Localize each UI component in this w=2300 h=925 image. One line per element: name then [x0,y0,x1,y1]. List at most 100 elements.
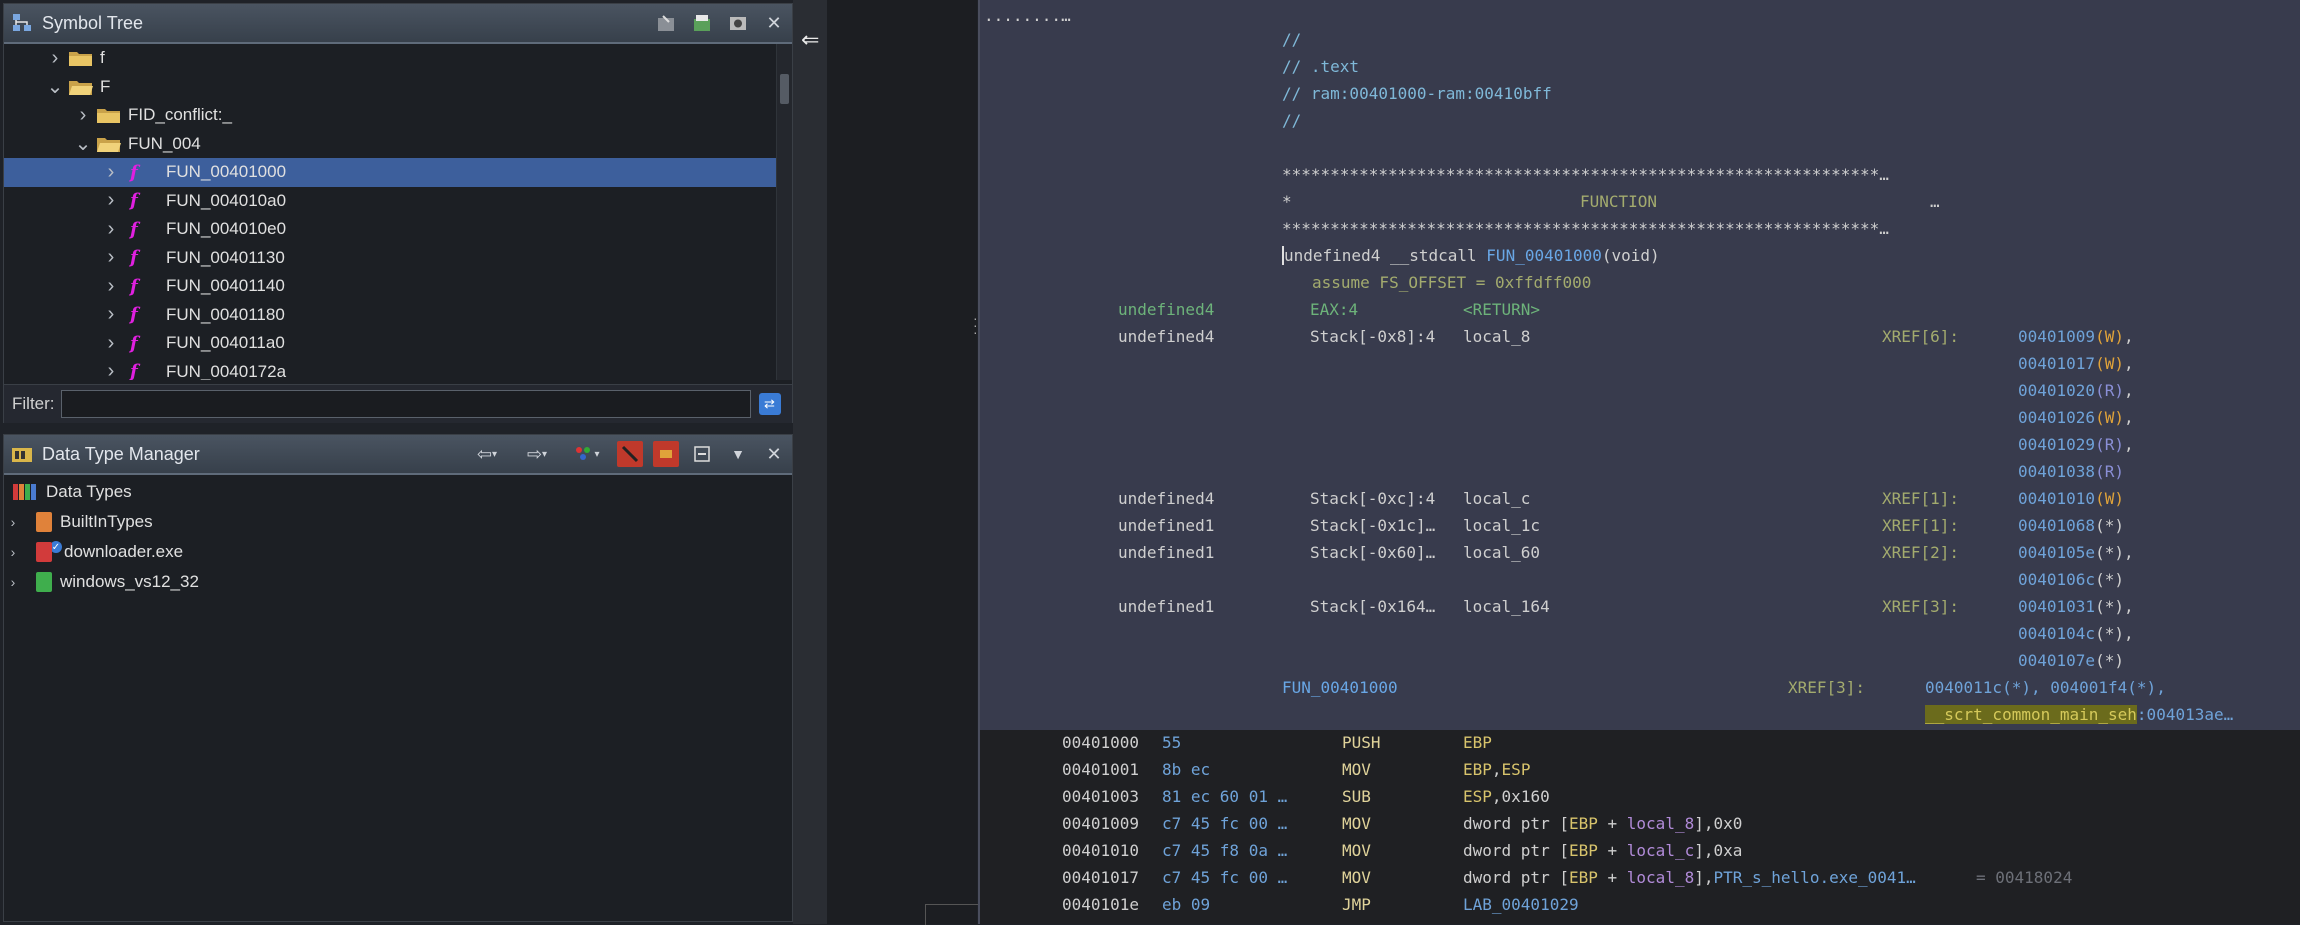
chevron-right-icon[interactable]: › [102,218,120,240]
variable-name[interactable]: local_c [1463,489,1530,508]
function-item[interactable]: › f FUN_00401140 [4,272,779,301]
xref-address[interactable]: 00401029 [2018,435,2095,454]
instruction-mnemonic: SUB [1342,787,1371,806]
folder-item[interactable]: › FID_conflict:_ [4,101,779,130]
data-type-archive[interactable]: › ✓ downloader.exe [4,537,792,567]
symbol-tree-scrollbar[interactable] [776,44,792,380]
filter-options-icon[interactable]: ⇄ [758,393,781,415]
chevron-right-icon[interactable]: › [102,161,120,183]
back-arrow-icon[interactable]: ⇦ ▾ [467,441,507,467]
xref-address[interactable]: 00401031 [2018,597,2095,616]
data-type-archive[interactable]: › windows_vs12_32 [4,567,792,597]
variable-name[interactable]: local_1c [1463,516,1540,535]
chevron-right-icon[interactable]: › [102,360,120,380]
xref-address[interactable]: 00401026 [2018,408,2095,427]
xref-address-list[interactable]: 0040011c(*), 004001f4(*), [1925,678,2166,697]
panel-splitter[interactable] [793,0,827,924]
xref-address[interactable]: 00401009 [2018,327,2095,346]
scrollbar-thumb[interactable] [780,74,789,104]
listing-line: c7 45 fc 00 … [1162,814,1287,833]
splitter-grip-icon[interactable]: · · · [973,311,978,345]
variable-name[interactable]: local_60 [1463,543,1540,562]
folder-item[interactable]: ⌄ F [4,73,779,102]
close-icon[interactable]: ✕ [761,10,787,36]
chevron-down-icon[interactable]: ⌄ [74,133,92,155]
chevron-right-icon[interactable]: › [102,332,120,354]
data-types-root[interactable]: Data Types [4,477,792,507]
function-item[interactable]: › f FUN_004011a0 [4,329,779,358]
instruction-address[interactable]: 00401000 [1062,733,1139,752]
variable-type: undefined1 [1118,543,1215,562]
collapse-all-icon[interactable] [689,441,715,467]
xref-address[interactable]: 00401010 [2018,489,2095,508]
function-name[interactable]: FUN_00401000 [1486,246,1602,265]
instruction-address[interactable]: 00401017 [1062,868,1139,887]
chevron-right-icon[interactable]: › [4,543,22,561]
function-item[interactable]: › f FUN_004010a0 [4,187,779,216]
chevron-right-icon[interactable]: › [4,573,22,591]
folder-open-icon [68,78,94,96]
archive-menu-icon[interactable]: ▾ [567,441,607,467]
xref-address[interactable]: 0040107e [2018,651,2095,670]
function-item[interactable]: › f FUN_0040172a [4,358,779,380]
function-item[interactable]: › f FUN_00401000 [4,158,779,187]
function-icon: f [130,275,138,297]
xref-label: XREF[1]: [1882,489,1960,508]
xref-address[interactable]: 00401020 [2018,381,2095,400]
instruction-address[interactable]: 00401003 [1062,787,1139,806]
listing-line: 55 [1162,733,1181,752]
function-item[interactable]: › f FUN_00401180 [4,301,779,330]
panel-menu-icon[interactable]: ▼ [725,441,751,467]
xref-address[interactable]: 0040106c [2018,570,2095,589]
filter-pointers-icon[interactable] [617,441,643,467]
chevron-right-icon[interactable]: › [4,513,22,531]
function-params: (void) [1601,246,1660,265]
chevron-right-icon[interactable]: › [102,189,120,211]
forward-arrow-icon[interactable]: ⇨ ▾ [517,441,557,467]
xref-address[interactable]: 0040105e [2018,543,2095,562]
folder-item[interactable]: › f [4,44,779,73]
symbol-tree-titlebar[interactable]: Symbol Tree ✕ [4,4,792,44]
filter-arrays-icon[interactable] [653,441,679,467]
instruction-address[interactable]: 0040101e [1062,895,1139,914]
variable-name[interactable]: <RETURN> [1463,300,1540,319]
close-icon[interactable]: ✕ [761,441,787,467]
function-item[interactable]: › f FUN_00401130 [4,244,779,273]
instruction-address[interactable]: 00401001 [1062,760,1139,779]
chevron-right-icon[interactable]: › [102,275,120,297]
xref-address[interactable]: 0040104c [2018,624,2095,643]
listing-view[interactable]: ........… // // .text // ram:00401000-ram:0… [978,0,2300,924]
operand-local[interactable]: local_c [1627,841,1694,860]
xref-address[interactable]: 00401068 [2018,516,2095,535]
data-type-archive[interactable]: › BuiltInTypes [4,507,792,537]
function-label[interactable]: FUN_00401000 [1282,678,1398,697]
instruction-address[interactable]: 00401009 [1062,814,1139,833]
operand-local[interactable]: local_8 [1627,868,1694,887]
chevron-down-icon[interactable]: ⌄ [46,76,64,98]
xref-separator: , [2123,381,2134,400]
filter-row: Filter: ⇄ [4,384,792,423]
data-type-manager-titlebar[interactable]: Data Type Manager ⇦ ▾ ⇨ ▾ ▾ ▼ ✕ [4,435,792,475]
xref-address[interactable]: 00401017 [2018,354,2095,373]
instruction-address[interactable]: 00401010 [1062,841,1139,860]
chevron-right-icon[interactable]: › [46,47,64,69]
tree-item-label: FUN_004011a0 [166,333,285,353]
empty-center-pane [827,0,977,924]
archive-book-icon [36,572,52,592]
variable-name[interactable]: local_164 [1463,597,1550,616]
chevron-right-icon[interactable]: › [102,303,120,325]
folder-item[interactable]: ⌄ FUN_004 [4,130,779,159]
highlighted-xref[interactable]: __scrt_common_main_seh [1925,705,2137,724]
chevron-right-icon[interactable]: › [102,246,120,268]
variable-name[interactable]: local_8 [1463,327,1530,346]
filter-input[interactable] [60,390,751,418]
operand-value[interactable]: PTR_s_hello.exe_0041… [1713,868,1915,887]
snapshot-icon[interactable] [725,10,751,36]
operand-local[interactable]: local_8 [1627,814,1694,833]
jump-target[interactable]: LAB_00401029 [1463,895,1579,914]
create-namespace-icon[interactable] [653,10,679,36]
xref-address[interactable]: 00401038 [2018,462,2095,481]
function-item[interactable]: › f FUN_004010e0 [4,215,779,244]
chevron-right-icon[interactable]: › [74,104,92,126]
create-folder-icon[interactable] [689,10,715,36]
